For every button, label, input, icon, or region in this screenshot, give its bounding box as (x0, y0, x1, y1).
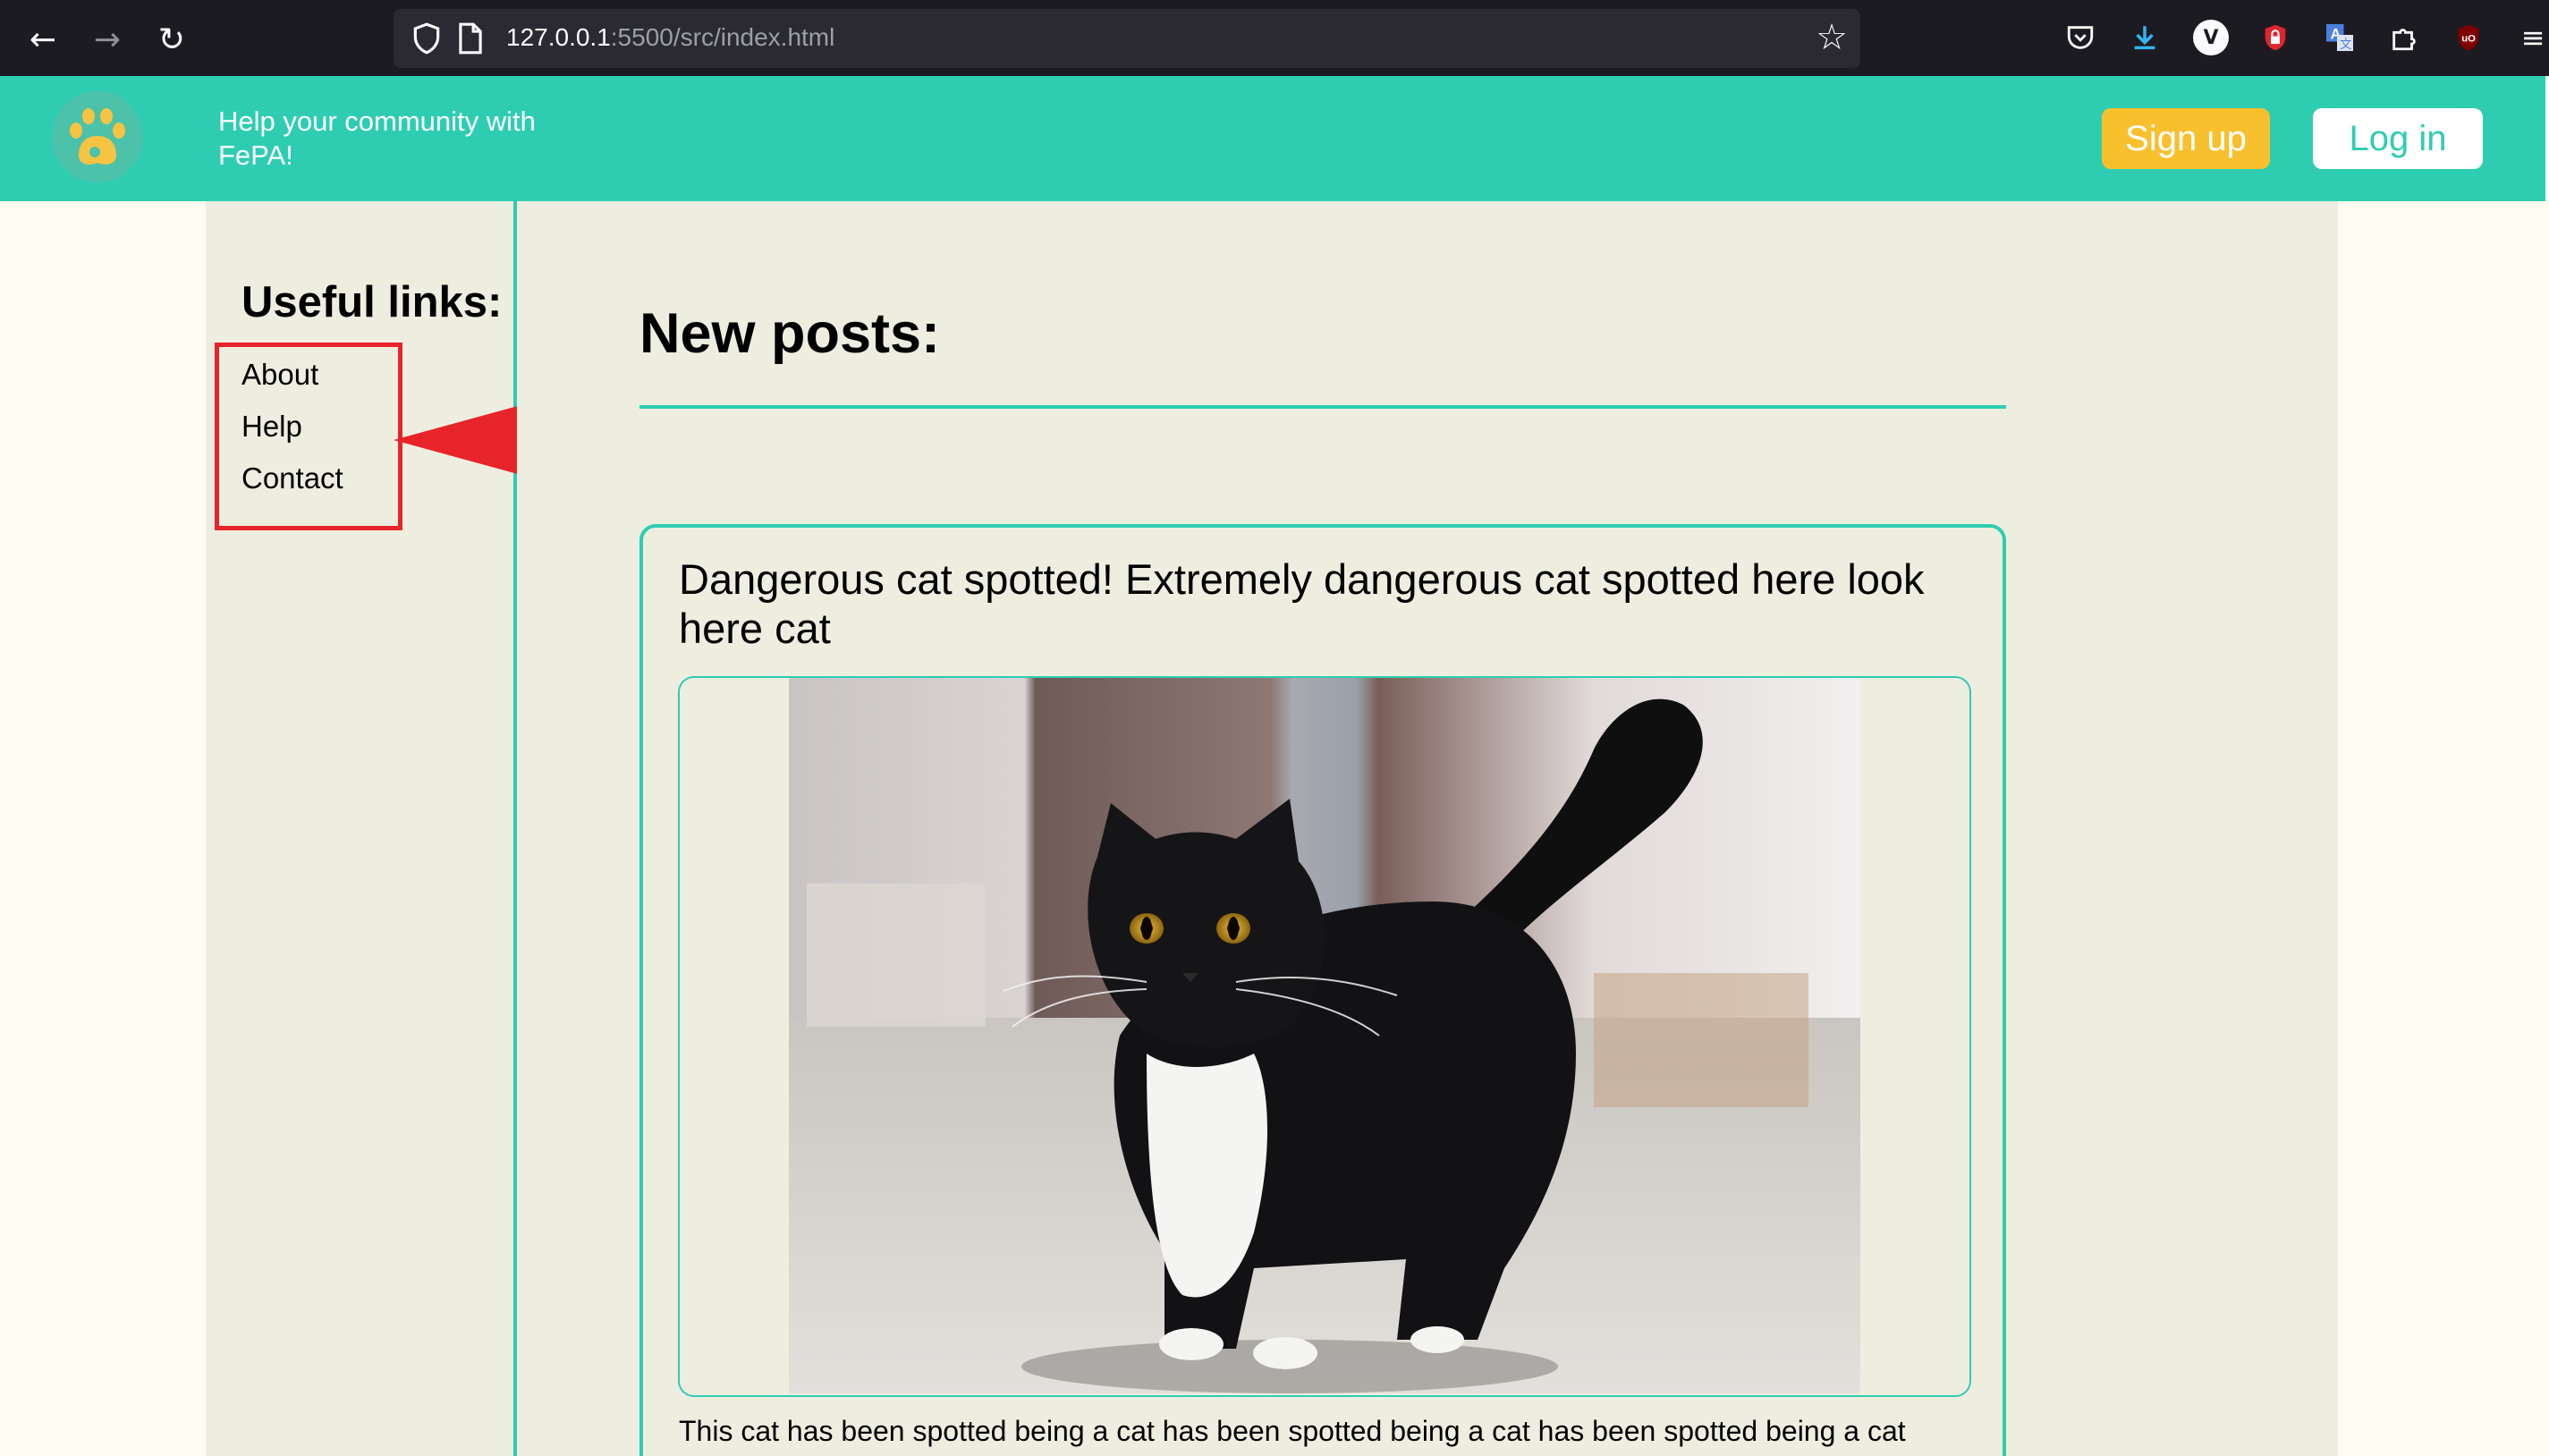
address-bar[interactable]: 127.0.0.1:5500/src/index.html ☆ (394, 9, 1860, 68)
post-body: This cat has been spotted being a cat ha… (679, 1415, 1906, 1447)
annotation-highlight-box (215, 343, 402, 530)
back-button[interactable]: ← (21, 18, 64, 61)
scrollbar-edge (2545, 76, 2549, 201)
url-host: 127.0.0.1 (506, 23, 611, 51)
fepa-logo[interactable] (52, 91, 143, 182)
login-button[interactable]: Log in (2313, 108, 2483, 169)
posts-heading: New posts: (639, 302, 941, 365)
post-title[interactable]: Dangerous cat spotted! Extremely dangero… (679, 554, 1967, 653)
page-icon[interactable] (456, 21, 485, 55)
page-scrollbar[interactable] (2544, 201, 2549, 1456)
pocket-icon[interactable] (2062, 20, 2098, 55)
shield-icon[interactable] (410, 21, 444, 55)
tagline: Help your community with FePA! (218, 106, 536, 171)
sidebar-title: Useful links: (241, 278, 503, 326)
ublock-icon[interactable]: uO (2451, 20, 2486, 55)
svg-text:uO: uO (2461, 33, 2476, 44)
translate-icon[interactable]: A文 (2322, 20, 2358, 55)
browser-toolbar: ← → ↻ 127.0.0.1:5500/src/index.html ☆ V … (0, 0, 2549, 76)
url-path: :5500/src/index.html (610, 23, 835, 51)
menu-hamburger-icon[interactable]: ≡ (2515, 20, 2549, 55)
svg-text:文: 文 (2340, 38, 2352, 51)
site-header: Help your community with FePA! Sign up L… (0, 76, 2549, 201)
forward-button[interactable]: → (86, 18, 129, 61)
extensions-puzzle-icon[interactable] (2386, 20, 2422, 55)
reload-button[interactable]: ↻ (150, 18, 193, 61)
download-icon[interactable] (2127, 20, 2163, 55)
url-text[interactable]: 127.0.0.1:5500/src/index.html (506, 23, 834, 52)
v-extension-icon[interactable]: V (2193, 20, 2229, 55)
posts-divider (639, 405, 2006, 409)
cat-photo[interactable] (789, 678, 1860, 1393)
signup-button[interactable]: Sign up (2102, 108, 2270, 169)
bookmark-star-icon[interactable]: ☆ (1816, 18, 1848, 57)
lock-extension-icon[interactable] (2257, 20, 2293, 55)
